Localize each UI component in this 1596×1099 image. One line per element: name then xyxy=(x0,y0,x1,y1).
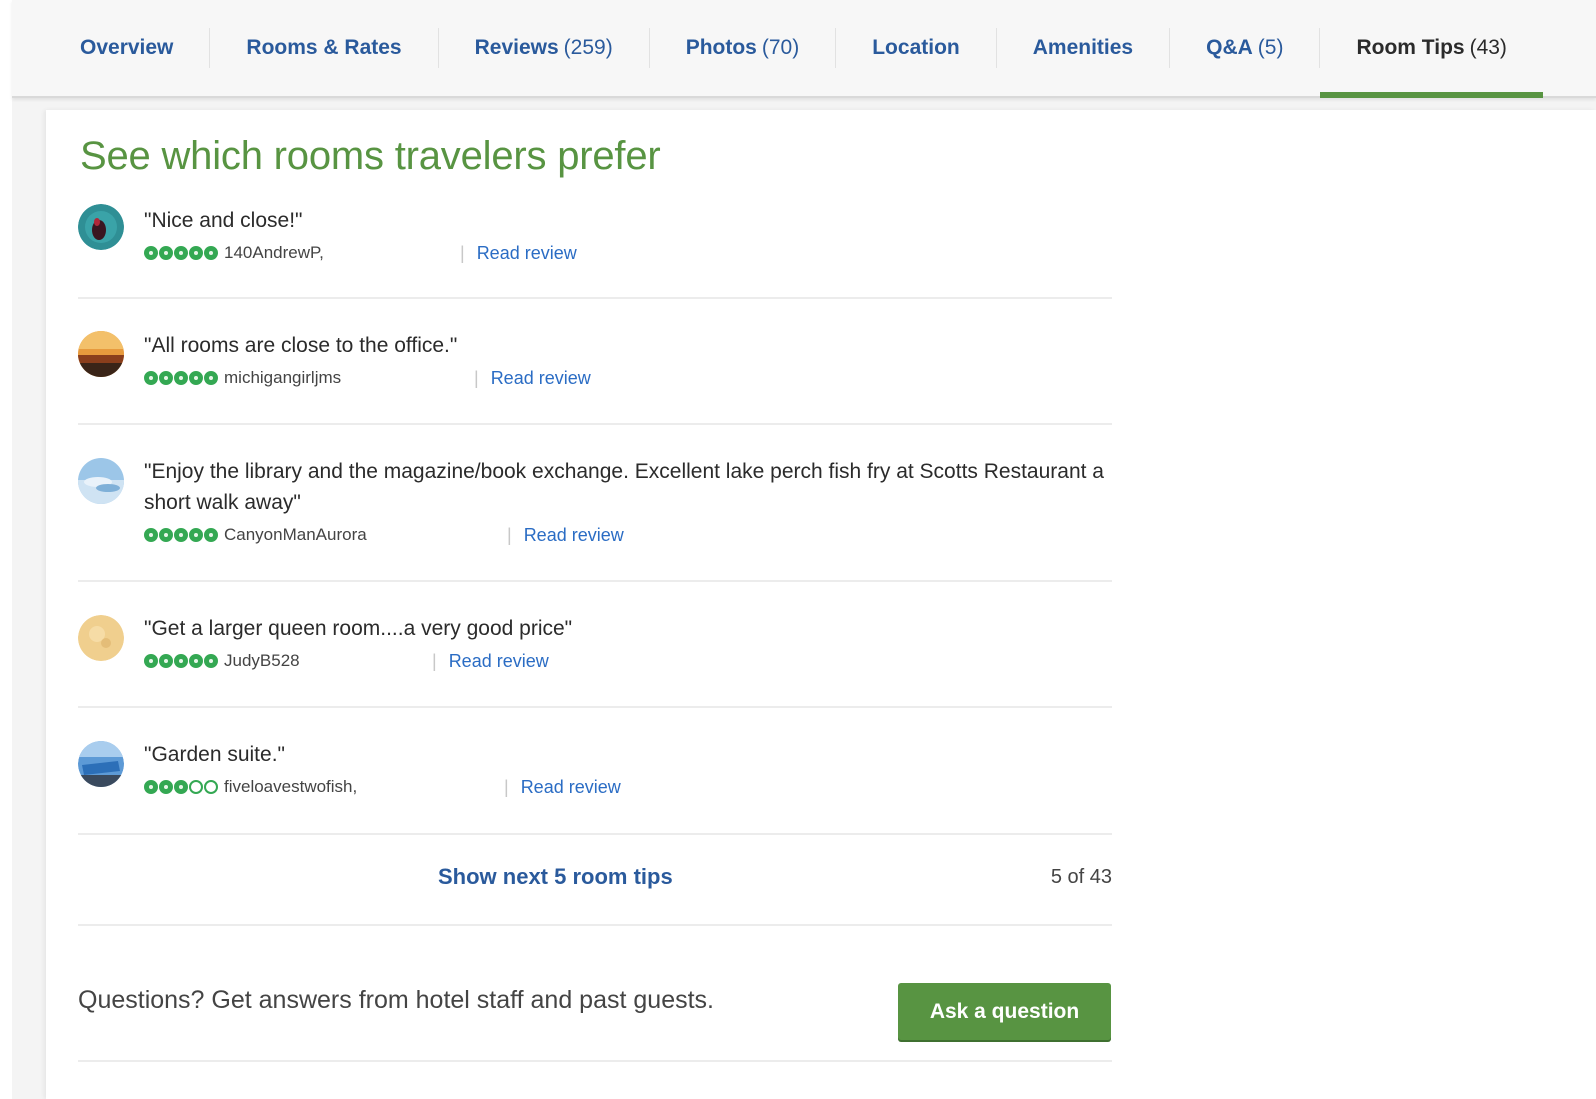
rating-bubbles xyxy=(144,654,218,668)
rating-bubble-filled xyxy=(204,371,218,385)
room-tip: "Get a larger queen room....a very good … xyxy=(78,582,1112,708)
tips-count: 5 of 43 xyxy=(1050,866,1112,888)
pagination-row: Show next 5 room tips 5 of 43 xyxy=(78,836,1112,926)
rating-bubble-filled xyxy=(174,654,188,668)
tab-location[interactable]: Location xyxy=(836,0,996,96)
read-review-link[interactable]: Read review xyxy=(521,777,621,798)
rating-bubble-filled xyxy=(159,654,173,668)
divider xyxy=(78,1060,1112,1062)
tab-count: (43) xyxy=(1469,36,1507,59)
sunset-avatar[interactable] xyxy=(78,331,124,377)
read-review-link[interactable]: Read review xyxy=(524,525,624,546)
tab-label: Q&A xyxy=(1206,36,1253,59)
rating-bubble-filled xyxy=(174,371,188,385)
rating-bubble-filled xyxy=(159,246,173,260)
tab-overview[interactable]: Overview xyxy=(52,0,209,96)
rating-bubble-filled xyxy=(144,246,158,260)
reviewer-name[interactable]: JudyB528 xyxy=(224,651,432,671)
dark-teal-avatar[interactable] xyxy=(78,204,124,250)
rating-bubble-filled xyxy=(204,654,218,668)
rating-bubbles xyxy=(144,246,218,260)
tab-bar: Overview Rooms & Rates Reviews (259) Pho… xyxy=(12,0,1596,98)
read-review-link[interactable]: Read review xyxy=(491,368,591,389)
tab-rooms-rates[interactable]: Rooms & Rates xyxy=(210,0,437,96)
reviewer-name[interactable]: CanyonManAurora xyxy=(224,525,507,545)
tab-label: Location xyxy=(872,36,960,59)
rating-bubbles xyxy=(144,528,218,542)
reviewer-name[interactable]: 140AndrewP, xyxy=(224,243,460,263)
tab-label: Photos xyxy=(685,36,757,59)
tab-count: (259) xyxy=(563,36,613,59)
tab-count: (70) xyxy=(761,36,800,59)
tip-meta: CanyonManAurora | Read review xyxy=(144,522,1112,548)
separator: | xyxy=(504,776,509,797)
tab-photos[interactable]: Photos (70) xyxy=(650,0,836,96)
rating-bubble-filled xyxy=(159,528,173,542)
rating-bubble-filled xyxy=(204,246,218,260)
rating-bubble-filled xyxy=(174,246,188,260)
rating-bubble-filled xyxy=(159,371,173,385)
tab-amenities[interactable]: Amenities xyxy=(997,0,1169,96)
tab-reviews[interactable]: Reviews (259) xyxy=(439,0,649,96)
room-tips-list: "Nice and close!" 140AndrewP, | Read rev… xyxy=(78,196,1112,835)
room-tip: "Nice and close!" 140AndrewP, | Read rev… xyxy=(78,196,1112,299)
tip-meta: fiveloavestwofish, | Read review xyxy=(144,774,1112,800)
separator: | xyxy=(432,650,437,671)
tab-room-tips[interactable]: Room Tips (43) xyxy=(1320,0,1544,98)
show-next-tips-link[interactable]: Show next 5 room tips xyxy=(438,864,673,890)
tip-meta: michigangirljms | Read review xyxy=(144,365,1112,391)
rating-bubble-empty xyxy=(189,780,203,794)
section-heading: See which rooms travelers prefer xyxy=(80,134,661,178)
rating-bubble-filled xyxy=(189,528,203,542)
water-avatar[interactable] xyxy=(78,741,124,787)
tab-label: Reviews xyxy=(474,36,559,59)
reviewer-name[interactable]: michigangirljms xyxy=(224,368,474,388)
rating-bubble-filled xyxy=(204,528,218,542)
tab-count: (5) xyxy=(1257,36,1284,59)
rating-bubble-filled xyxy=(159,780,173,794)
ask-question-button[interactable]: Ask a question xyxy=(898,983,1111,1040)
rating-bubble-filled xyxy=(144,780,158,794)
rating-bubble-filled xyxy=(189,654,203,668)
sand-avatar[interactable] xyxy=(78,615,124,661)
separator: | xyxy=(460,242,465,263)
rating-bubble-filled xyxy=(189,246,203,260)
separator: | xyxy=(474,367,479,388)
tip-meta: 140AndrewP, | Read review xyxy=(144,240,1112,266)
tip-quote: "Nice and close!" xyxy=(144,209,303,232)
rating-bubble-empty xyxy=(204,780,218,794)
rating-bubbles xyxy=(144,371,218,385)
room-tip: "Enjoy the library and the magazine/book… xyxy=(78,425,1112,582)
tip-quote: "Garden suite." xyxy=(144,743,285,766)
tip-meta: JudyB528 | Read review xyxy=(144,648,1112,674)
tab-label: Rooms & Rates xyxy=(246,36,402,59)
rating-bubble-filled xyxy=(144,371,158,385)
read-review-link[interactable]: Read review xyxy=(449,651,549,672)
rating-bubble-filled xyxy=(174,528,188,542)
room-tip: "All rooms are close to the office." mic… xyxy=(78,299,1112,425)
rating-bubbles xyxy=(144,780,218,794)
tab-label: Amenities xyxy=(1032,36,1134,59)
tip-quote: "Enjoy the library and the magazine/book… xyxy=(144,460,1104,514)
separator: | xyxy=(507,524,512,545)
tip-quote: "All rooms are close to the office." xyxy=(144,334,458,357)
read-review-link[interactable]: Read review xyxy=(477,243,577,264)
rating-bubble-filled xyxy=(144,654,158,668)
rating-bubble-filled xyxy=(189,371,203,385)
rating-bubble-filled xyxy=(144,528,158,542)
rating-bubble-filled xyxy=(174,780,188,794)
tip-quote: "Get a larger queen room....a very good … xyxy=(144,617,573,640)
reviewer-name[interactable]: fiveloavestwofish, xyxy=(224,777,504,797)
questions-prompt: Questions? Get answers from hotel staff … xyxy=(78,986,714,1014)
tab-label: Overview xyxy=(80,36,174,59)
sky-avatar[interactable] xyxy=(78,458,124,504)
room-tip: "Garden suite." fiveloavestwofish, | Rea… xyxy=(78,708,1112,835)
tab-label: Room Tips xyxy=(1356,36,1465,59)
tab-qa[interactable]: Q&A (5) xyxy=(1170,0,1319,96)
